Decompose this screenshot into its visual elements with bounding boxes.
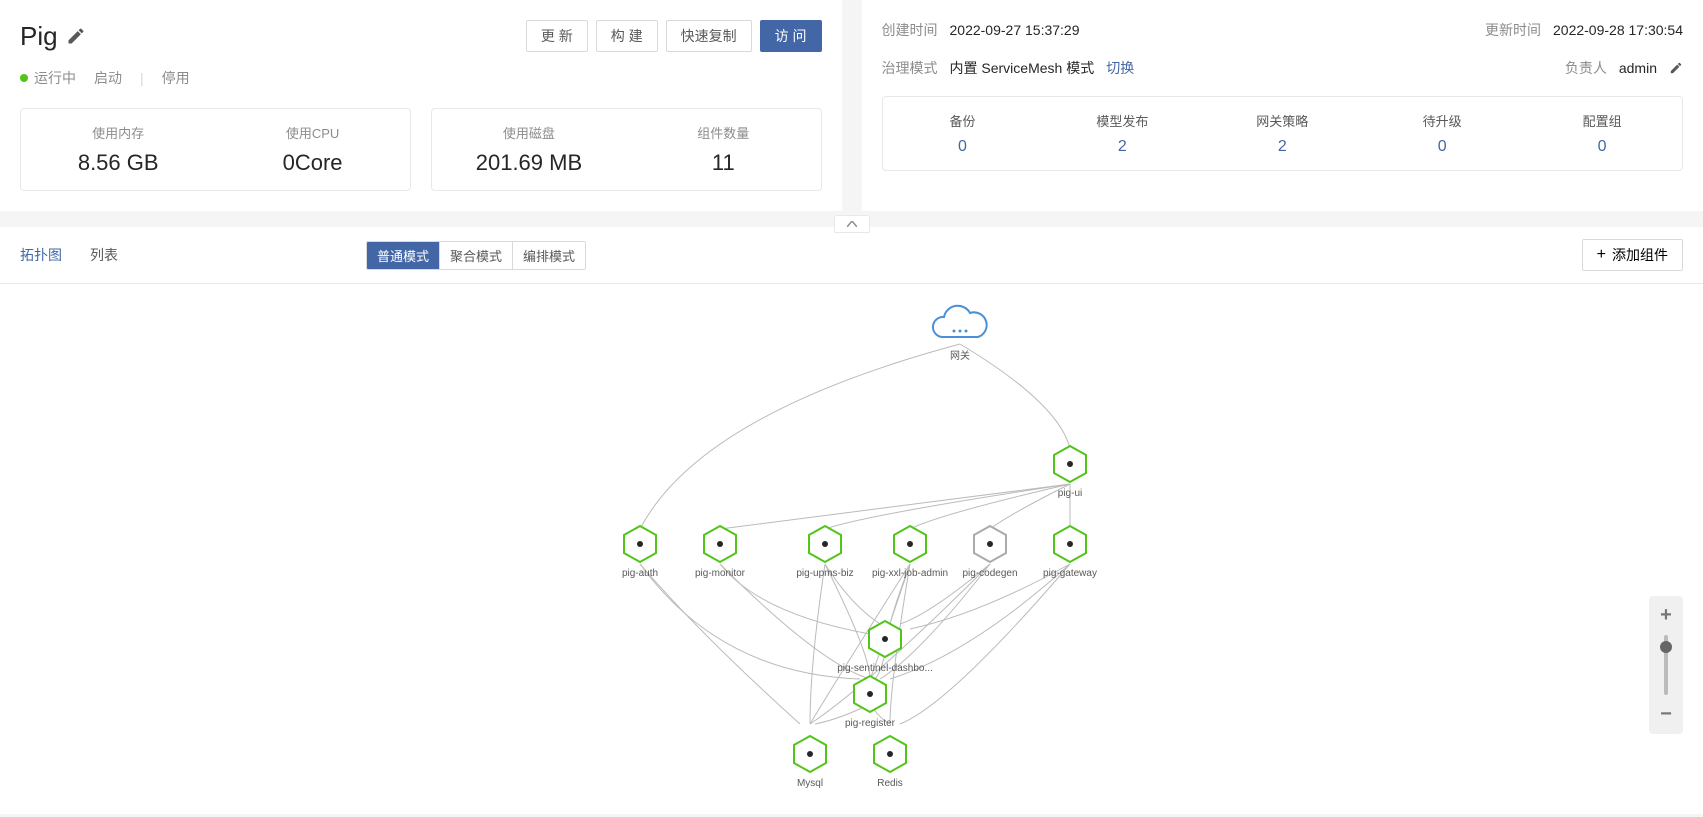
tab-topology[interactable]: 拓扑图: [20, 245, 62, 265]
right-panel: 创建时间 2022-09-27 15:37:29 更新时间 2022-09-28…: [862, 0, 1703, 211]
node-pig-xxl-job-admin[interactable]: pig-xxl-job-admin: [872, 526, 948, 579]
mode-switch-link[interactable]: 切换: [1106, 58, 1134, 78]
svg-text:Redis: Redis: [877, 778, 903, 789]
node-pig-register[interactable]: pig-register: [845, 676, 896, 729]
owner-label: 负责人: [1565, 58, 1607, 78]
add-component-button[interactable]: + 添加组件: [1582, 239, 1683, 271]
node-redis[interactable]: Redis: [874, 736, 906, 789]
node-pig-codegen[interactable]: pig-codegen: [962, 526, 1017, 579]
svg-text:pig-ui: pig-ui: [1058, 488, 1082, 499]
topology-graph[interactable]: 网关 pig-ui pig-auth pig-monitor p: [0, 284, 1703, 814]
update-time-value: 2022-09-28 17:30:54: [1553, 22, 1683, 38]
svg-text:Mysql: Mysql: [797, 778, 823, 789]
mode-aggregate[interactable]: 聚合模式: [440, 242, 513, 269]
owner-value: admin: [1619, 60, 1657, 76]
refresh-button[interactable]: 更 新: [526, 20, 588, 52]
count-upgrade[interactable]: 待升级 0: [1362, 97, 1522, 170]
node-pig-auth[interactable]: pig-auth: [622, 526, 658, 579]
edit-icon[interactable]: [66, 26, 86, 46]
stop-action[interactable]: 停用: [162, 68, 190, 88]
zoom-in-button[interactable]: +: [1649, 602, 1683, 629]
svg-text:pig-gateway: pig-gateway: [1043, 568, 1097, 579]
count-config[interactable]: 配置组 0: [1522, 97, 1682, 170]
node-pig-gateway[interactable]: pig-gateway: [1043, 526, 1097, 579]
mode-normal[interactable]: 普通模式: [367, 242, 440, 269]
svg-text:pig-monitor: pig-monitor: [695, 568, 746, 579]
tab-list[interactable]: 列表: [90, 245, 118, 265]
svg-text:网关: 网关: [950, 349, 970, 362]
plus-icon: +: [1597, 246, 1606, 264]
zoom-out-button[interactable]: −: [1649, 701, 1683, 728]
svg-text:pig-xxl-job-admin: pig-xxl-job-admin: [872, 568, 948, 579]
count-backup[interactable]: 备份 0: [883, 97, 1043, 170]
zoom-control: + −: [1649, 596, 1683, 734]
stat-components: 组件数量 11: [626, 109, 820, 190]
stat-memory: 使用内存 8.56 GB: [21, 109, 215, 190]
svg-text:pig-codegen: pig-codegen: [962, 568, 1017, 579]
collapse-button[interactable]: [834, 215, 870, 233]
chevron-up-icon: [847, 221, 857, 227]
stat-disk: 使用磁盘 201.69 MB: [432, 109, 626, 190]
mode-label: 治理模式: [882, 58, 938, 78]
visit-button[interactable]: 访 问: [760, 20, 822, 52]
status-badge: 运行中: [20, 68, 76, 88]
build-button[interactable]: 构 建: [596, 20, 658, 52]
svg-text:pig-sentinel-dashbo...: pig-sentinel-dashbo...: [837, 663, 933, 674]
node-pig-upms-biz[interactable]: pig-upms-biz: [796, 526, 853, 579]
node-mysql[interactable]: Mysql: [794, 736, 826, 789]
clone-button[interactable]: 快速复制: [666, 20, 752, 52]
svg-text:pig-auth: pig-auth: [622, 568, 658, 579]
zoom-slider[interactable]: [1664, 635, 1668, 695]
node-pig-monitor[interactable]: pig-monitor: [695, 526, 746, 579]
page-title: Pig: [20, 21, 58, 52]
count-gateway[interactable]: 网关策略 2: [1202, 97, 1362, 170]
start-action[interactable]: 启动: [94, 68, 122, 88]
update-time-label: 更新时间: [1485, 20, 1541, 40]
node-gateway[interactable]: 网关: [933, 306, 987, 362]
node-pig-ui[interactable]: pig-ui: [1054, 446, 1086, 499]
edit-owner-icon[interactable]: [1669, 61, 1683, 75]
create-time-value: 2022-09-27 15:37:29: [950, 22, 1080, 38]
svg-text:pig-upms-biz: pig-upms-biz: [796, 568, 853, 579]
mode-arrange[interactable]: 编排模式: [513, 242, 585, 269]
count-model[interactable]: 模型发布 2: [1042, 97, 1202, 170]
mode-value: 内置 ServiceMesh 模式: [950, 58, 1095, 78]
left-panel: Pig 更 新 构 建 快速复制 访 问 运行中 启动 | 停用: [0, 0, 842, 211]
svg-text:pig-register: pig-register: [845, 718, 896, 729]
create-time-label: 创建时间: [882, 20, 938, 40]
stat-cpu: 使用CPU 0Core: [215, 109, 409, 190]
